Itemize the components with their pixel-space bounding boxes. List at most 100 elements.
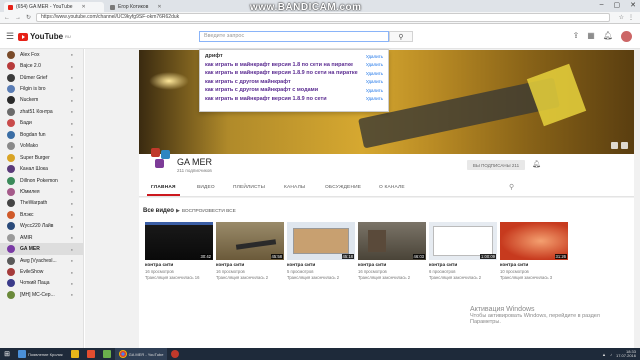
record-icon	[171, 350, 180, 358]
video-title[interactable]: контра сити	[429, 263, 497, 268]
new-content-indicator-icon: ●	[70, 200, 73, 206]
taskbar-app[interactable]: Появление Кролик	[14, 348, 67, 360]
suggestion-delete[interactable]: Удалить	[366, 54, 383, 59]
sidebar-item[interactable]: TheWarpath ●	[0, 198, 83, 209]
sidebar-item[interactable]: Юмилея ●	[0, 186, 83, 197]
sidebar-item[interactable]: Nuckem ●	[0, 95, 83, 106]
social-link-icon[interactable]	[611, 142, 618, 149]
video-title[interactable]: контра сити	[358, 263, 426, 268]
suggestion-item[interactable]: как играть с другом майнкрафт Удалить	[200, 78, 388, 87]
sidebar-item[interactable]: Dûmer Grief ●	[0, 72, 83, 83]
sidebar-item[interactable]: Бади ●	[0, 118, 83, 129]
browser-tab[interactable]: Егор Котиков ✕	[106, 2, 176, 12]
suggestion-delete[interactable]: Удалить	[366, 62, 383, 67]
suggestion-item[interactable]: как играть в майнкрафт версия 1.8.9 по с…	[200, 95, 388, 104]
notifications-icon[interactable]: 🔔︎	[603, 31, 613, 42]
taskbar-pinned[interactable]	[99, 348, 115, 360]
suggestion-delete[interactable]: Удалить	[366, 71, 383, 76]
reload-icon[interactable]: ↻	[26, 14, 31, 21]
sidebar-item[interactable]: Канал Шокa ●	[0, 163, 83, 174]
sidebar-item[interactable]: Bajce 2.0 ●	[0, 60, 83, 71]
sidebar-item[interactable]: Wycc220 Лайв ●	[0, 221, 83, 232]
video-thumbnail[interactable]: 1:00:09	[429, 222, 497, 260]
video-title[interactable]: контра сити	[216, 263, 284, 268]
apps-icon[interactable]: ▦	[587, 31, 595, 42]
sidebar-item[interactable]: VoMako ●	[0, 141, 83, 152]
social-link-icon[interactable]	[621, 142, 628, 149]
video-thumbnail[interactable]: 45:18	[287, 222, 355, 260]
clock[interactable]: 18:33 17.07.2016	[616, 349, 636, 359]
video-title[interactable]: контра сити	[145, 263, 213, 268]
maximize-icon[interactable]: ▢	[614, 1, 621, 9]
taskbar-pinned[interactable]	[67, 348, 83, 360]
tab-discussion[interactable]: ОБСУЖДЕНИЕ	[325, 185, 361, 190]
sidebar-item[interactable]: AMIR ●	[0, 232, 83, 243]
volume-icon[interactable]: ♪	[610, 352, 612, 357]
sidebar-item[interactable]: zhat51 Контра ●	[0, 106, 83, 117]
video-thumbnail[interactable]: 45:58	[216, 222, 284, 260]
subscribed-button[interactable]: ВЫ ПОДПИСАНЫ 211	[467, 160, 525, 170]
sidebar-item[interactable]: Awg [Vyachesl... ●	[0, 255, 83, 266]
suggestion-item[interactable]: как играть с другом майнкрафт с модами Уд…	[200, 86, 388, 95]
suggestion-item[interactable]: как играть в майнкрафт версия 1.8 по сет…	[200, 61, 388, 70]
sidebar-item[interactable]: Dillnon Pokemon ●	[0, 175, 83, 186]
sidebar-item[interactable]: Alex Fox ●	[0, 49, 83, 60]
search-input[interactable]: Введите запрос	[199, 31, 389, 42]
suggestion-delete[interactable]: Удалить	[366, 96, 383, 101]
video-card[interactable]: 45:58 контра сити 16 просмотров Трансляц…	[216, 222, 284, 280]
video-thumbnail[interactable]: 30:42	[145, 222, 213, 260]
suggestion-delete[interactable]: Удалить	[366, 79, 383, 84]
sidebar-item[interactable]: Super Burger ●	[0, 152, 83, 163]
tab-channels[interactable]: КАНАЛЫ	[284, 185, 305, 190]
video-card[interactable]: 1:00:09 контра сити 6 просмотров Трансля…	[429, 222, 497, 280]
close-tab-icon[interactable]: ✕	[82, 4, 86, 10]
upload-icon[interactable]: ⇪	[573, 31, 580, 42]
sidebar-item[interactable]: Bogdan fun ●	[0, 129, 83, 140]
url-field[interactable]: https://www.youtube.com/channel/UC9kyfg9…	[36, 13, 610, 22]
section-title[interactable]: Все видео	[143, 208, 174, 214]
channel-search-icon[interactable]: ⚲	[509, 183, 514, 191]
video-thumbnail[interactable]: 31:26	[500, 222, 568, 260]
video-title[interactable]: контра сити	[287, 263, 355, 268]
suggestion-item[interactable]: как играть в майнкрафт версия 1.8.9 по с…	[200, 69, 388, 78]
back-icon[interactable]: ←	[4, 15, 10, 21]
tab-about[interactable]: О КАНАЛЕ	[379, 185, 405, 190]
sidebar-item[interactable]: [МН] МС-Сер... ●	[0, 289, 83, 300]
youtube-logo[interactable]: YouTube RU	[18, 32, 71, 41]
play-all-button[interactable]: ▶ ВОСПРОИЗВЕСТИ ВСЕ	[176, 208, 236, 214]
taskbar-app-chrome[interactable]: GA MER - YouTube	[114, 348, 168, 360]
network-icon[interactable]: ▲	[602, 352, 606, 357]
tab-home[interactable]: ГЛАВНАЯ	[147, 185, 180, 196]
browser-menu-icon[interactable]: ⋮	[628, 14, 634, 21]
minimize-icon[interactable]: –	[600, 1, 604, 9]
close-window-icon[interactable]: ✕	[630, 1, 636, 9]
account-avatar[interactable]	[621, 31, 632, 42]
taskbar-pinned[interactable]	[167, 348, 183, 360]
video-title[interactable]: контра сити	[500, 263, 568, 268]
sidebar-item[interactable]: GA MER ●	[0, 243, 83, 255]
video-card[interactable]: 31:26 контра сити 10 просмотров Трансляц…	[500, 222, 568, 280]
hamburger-menu-icon[interactable]: ☰	[6, 31, 14, 42]
sidebar-item[interactable]: Filgin is bro ●	[0, 83, 83, 94]
sidebar-item[interactable]: Влэкс ●	[0, 209, 83, 220]
suggestion-delete[interactable]: Удалить	[366, 88, 383, 93]
sidebar-item[interactable]: Чоткий Паца ●	[0, 278, 83, 289]
app-icon	[102, 350, 111, 358]
tab-videos[interactable]: ВИДЕО	[197, 185, 215, 190]
channel-avatar[interactable]	[149, 146, 173, 172]
tab-playlists[interactable]: ПЛЕЙЛИСТЫ	[233, 185, 265, 190]
taskbar-pinned[interactable]	[83, 348, 99, 360]
video-thumbnail[interactable]: 46:03	[358, 222, 426, 260]
browser-tab-active[interactable]: (654) GA MER - YouTube ✕	[4, 2, 104, 12]
notification-bell-icon[interactable]: 🔔︎	[532, 160, 541, 168]
search-button[interactable]: ⚲	[389, 31, 413, 42]
sidebar-item[interactable]: EvileShow ●	[0, 266, 83, 277]
video-card[interactable]: 30:42 контра сити 16 просмотров Трансляц…	[145, 222, 213, 280]
video-card[interactable]: 46:03 контра сити 16 просмотров Трансляц…	[358, 222, 426, 280]
suggestion-item[interactable]: дрифт Удалить	[200, 52, 388, 61]
video-card[interactable]: 45:18 контра сити 5 просмотров Трансляци…	[287, 222, 355, 280]
start-button[interactable]: ⊞	[0, 348, 14, 360]
bookmark-star-icon[interactable]: ☆	[619, 14, 624, 21]
close-tab-icon[interactable]: ✕	[157, 4, 161, 10]
forward-icon[interactable]: →	[15, 15, 21, 21]
